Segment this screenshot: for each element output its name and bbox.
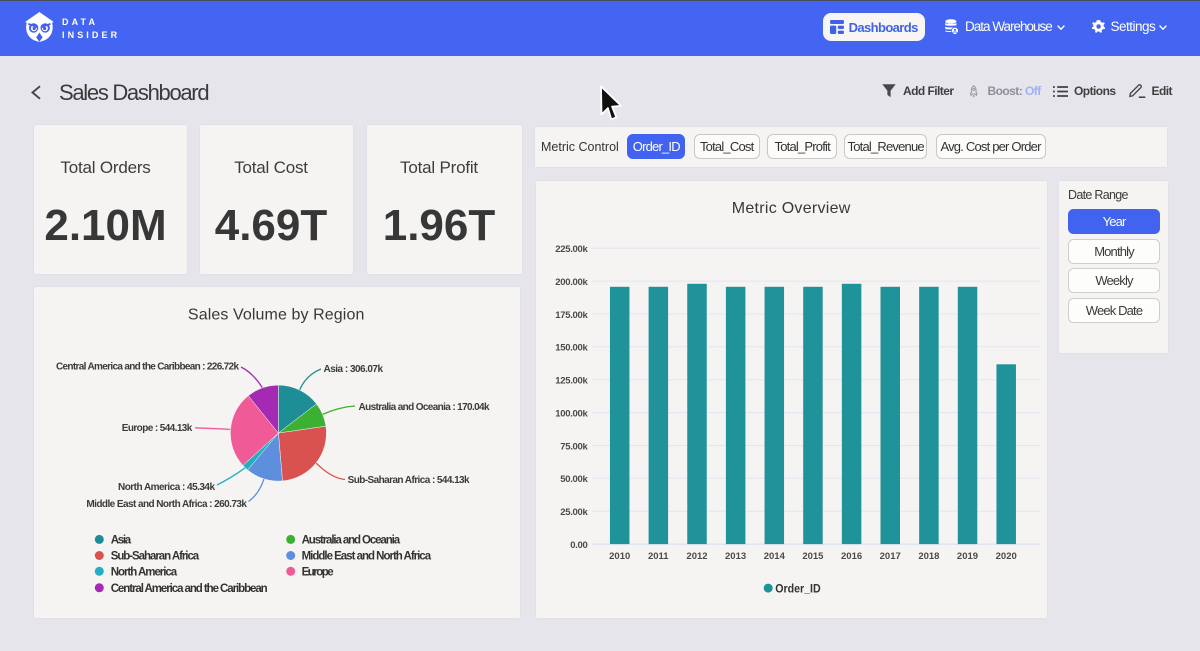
svg-text:Sub-Saharan Africa : 544.13k: Sub-Saharan Africa : 544.13k xyxy=(348,475,470,486)
svg-text:Asia : 306.07k: Asia : 306.07k xyxy=(324,364,384,375)
svg-text:2014: 2014 xyxy=(763,550,785,561)
svg-text:125.00k: 125.00k xyxy=(555,375,588,386)
svg-text:100.00k: 100.00k xyxy=(555,408,588,419)
svg-text:Order_ID: Order_ID xyxy=(775,583,821,595)
svg-text:Central America and the Caribb: Central America and the Caribbean xyxy=(111,582,268,594)
svg-text:50.00k: 50.00k xyxy=(560,474,588,485)
svg-text:2016: 2016 xyxy=(841,550,862,561)
svg-text:Australia and Oceania: Australia and Oceania xyxy=(302,534,401,546)
svg-text:175.00k: 175.00k xyxy=(555,309,588,320)
svg-text:75.00k: 75.00k xyxy=(560,441,588,452)
svg-text:Metric Overview: Metric Overview xyxy=(731,199,850,216)
svg-text:0.00: 0.00 xyxy=(570,539,587,550)
svg-text:2020: 2020 xyxy=(995,550,1016,561)
svg-text:Europe: Europe xyxy=(302,566,334,578)
svg-text:2015: 2015 xyxy=(802,550,824,561)
svg-text:Central America and the Caribb: Central America and the Caribbean : 226.… xyxy=(56,361,239,372)
svg-text:North America: North America xyxy=(111,566,178,578)
svg-text:Europe : 544.13k: Europe : 544.13k xyxy=(122,423,193,434)
svg-text:2011: 2011 xyxy=(647,550,668,561)
svg-text:Australia and Oceania : 170.04: Australia and Oceania : 170.04k xyxy=(359,402,490,413)
svg-text:Asia: Asia xyxy=(111,534,132,546)
svg-text:Middle East and North Africa :: Middle East and North Africa : 260.73k xyxy=(86,498,247,509)
svg-text:150.00k: 150.00k xyxy=(555,342,588,353)
svg-text:225.00k: 225.00k xyxy=(555,244,588,255)
svg-text:2017: 2017 xyxy=(879,550,900,561)
svg-text:2012: 2012 xyxy=(686,550,707,561)
svg-text:2010: 2010 xyxy=(609,550,630,561)
svg-text:Sales Volume by Region: Sales Volume by Region xyxy=(188,306,365,323)
svg-text:200.00k: 200.00k xyxy=(555,276,588,287)
svg-text:Middle East and North Africa: Middle East and North Africa xyxy=(302,550,432,562)
svg-text:25.00k: 25.00k xyxy=(560,507,588,518)
svg-text:North America : 45.34k: North America : 45.34k xyxy=(118,481,215,492)
svg-text:2019: 2019 xyxy=(956,550,977,561)
svg-text:2013: 2013 xyxy=(725,550,746,561)
svg-text:Sub-Saharan Africa: Sub-Saharan Africa xyxy=(111,550,200,562)
svg-text:2018: 2018 xyxy=(918,550,939,561)
